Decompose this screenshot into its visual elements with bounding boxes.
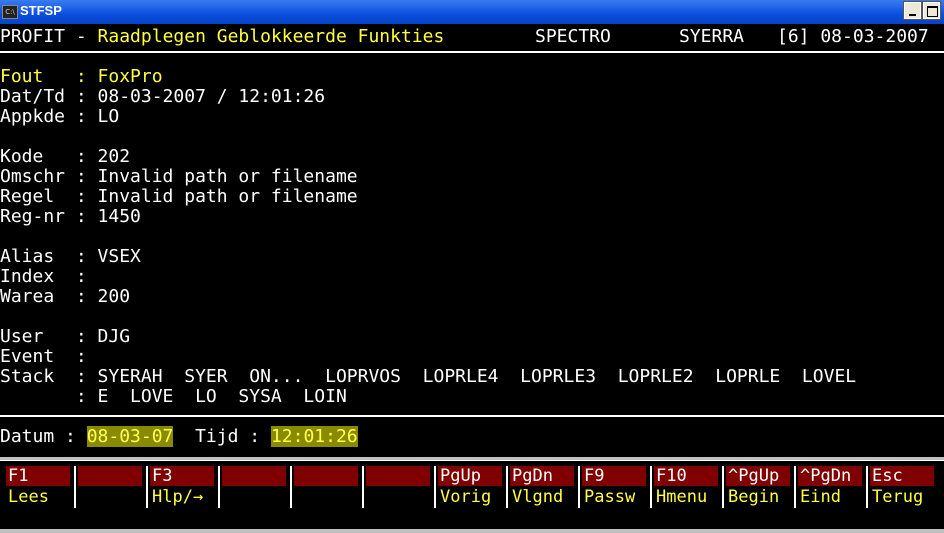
field-regel: Regel : Invalid path or filename <box>0 186 358 207</box>
window-title: STFSP <box>20 3 62 18</box>
header-user: SYERRA <box>679 26 745 47</box>
header-info: [6] 08-03-2007 <box>777 26 929 47</box>
field-warea: Warea : 200 <box>0 286 131 307</box>
field-user: User : DJG <box>0 326 131 347</box>
field-index: Index : <box>0 266 87 287</box>
field-fout: Fout : FoxPro <box>0 66 163 87</box>
field-alias: Alias : VSEX <box>0 246 141 267</box>
header-app: PROFIT - <box>0 26 98 47</box>
fout-value: FoxPro <box>97 66 163 87</box>
window-bottom-border <box>0 529 944 533</box>
header-company: SPECTRO <box>535 26 611 47</box>
maximize-button[interactable] <box>922 1 941 20</box>
datum-field[interactable]: 08-03-07 <box>86 426 174 447</box>
field-event: Event : <box>0 346 87 367</box>
field-dattd: Dat/Td : 08-03-2007 / 12:01:26 <box>0 86 326 107</box>
field-appkde: Appkde : LO <box>0 106 120 127</box>
field-omschr: Omschr : Invalid path or filename <box>0 166 358 187</box>
field-stack-cont: : E LOVE LO SYSA LOIN <box>0 386 347 407</box>
field-kode: Kode : 202 <box>0 146 131 167</box>
field-stack: Stack : SYERAH SYER ON... LOPRVOS LOPRLE… <box>0 366 857 387</box>
header-line: PROFIT - Raadplegen Geblokkeerde Funktie… <box>0 27 444 47</box>
field-regnr: Reg-nr : 1450 <box>0 206 141 227</box>
minimize-button[interactable] <box>903 1 922 20</box>
tijd-field[interactable]: 12:01:26 <box>270 426 358 447</box>
fkeys-divider <box>0 460 944 461</box>
header-divider <box>0 51 944 53</box>
status-divider <box>0 415 944 417</box>
console-icon: C:\ <box>2 5 18 19</box>
status-line: Datum : 08-03-07 Tijd : 12:01:26 <box>0 426 358 447</box>
title-bar: C:\ STFSP <box>0 0 944 24</box>
page-title: Raadplegen Geblokkeerde Funkties <box>97 26 445 47</box>
